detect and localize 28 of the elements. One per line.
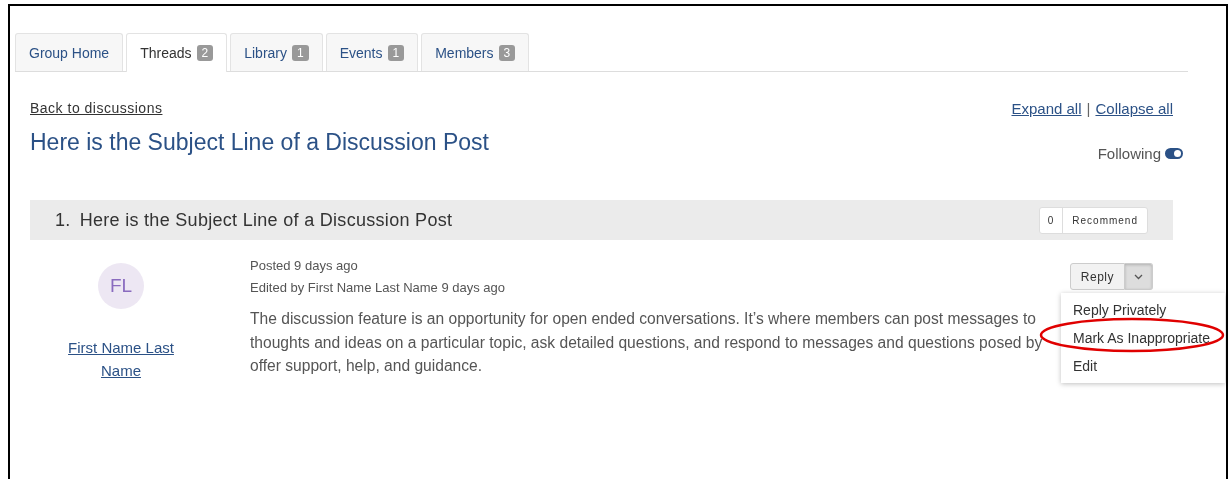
thread-number: 1.: [55, 209, 71, 231]
expand-all-link[interactable]: Expand all: [1011, 100, 1082, 117]
thread-subject: Here is the Subject Line of a Discussion Post: [79, 209, 453, 231]
separator: |: [1086, 100, 1091, 117]
recommend-button[interactable]: 0 Recommend: [1038, 206, 1148, 234]
toggle-switch[interactable]: [1165, 148, 1183, 159]
count-badge: 3: [498, 44, 516, 61]
menu-item[interactable]: Edit: [1061, 352, 1225, 380]
reply-button[interactable]: Reply: [1069, 263, 1125, 290]
count-badge: 1: [387, 44, 405, 61]
count-badge: 1: [292, 44, 309, 61]
back-link[interactable]: Back to discussions: [30, 100, 489, 116]
caret-icon: [1134, 273, 1143, 280]
count-badge: 2: [196, 45, 214, 61]
menu-item[interactable]: Reply Privately: [1061, 296, 1225, 324]
collapse-all-link[interactable]: Collapse all: [1095, 100, 1173, 117]
author-link[interactable]: First Name Last Name: [61, 336, 181, 382]
tab[interactable]: Group Home: [15, 33, 124, 71]
tab[interactable]: Library 1: [230, 33, 323, 71]
tab[interactable]: Events 1: [325, 33, 419, 71]
tab[interactable]: Threads 2: [126, 33, 228, 72]
page-title: Here is the Subject Line of a Discussion Post: [30, 129, 489, 156]
post-body: The discussion feature is an opportunity for open ended conversations. It’s where members can post messages to thoughts and ideas on a particular topic, ask detailed questions, and respond to messages and questions posed by offer support, help, and guidance.: [250, 309, 1043, 376]
edited-note: Edited by First Name Last Name 9 days ago: [250, 279, 507, 297]
tab[interactable]: Members 3: [421, 33, 530, 71]
posted-time: Posted 9 days ago: [250, 257, 359, 275]
following-label: Following: [1097, 145, 1161, 162]
avatar: FL: [98, 263, 144, 309]
